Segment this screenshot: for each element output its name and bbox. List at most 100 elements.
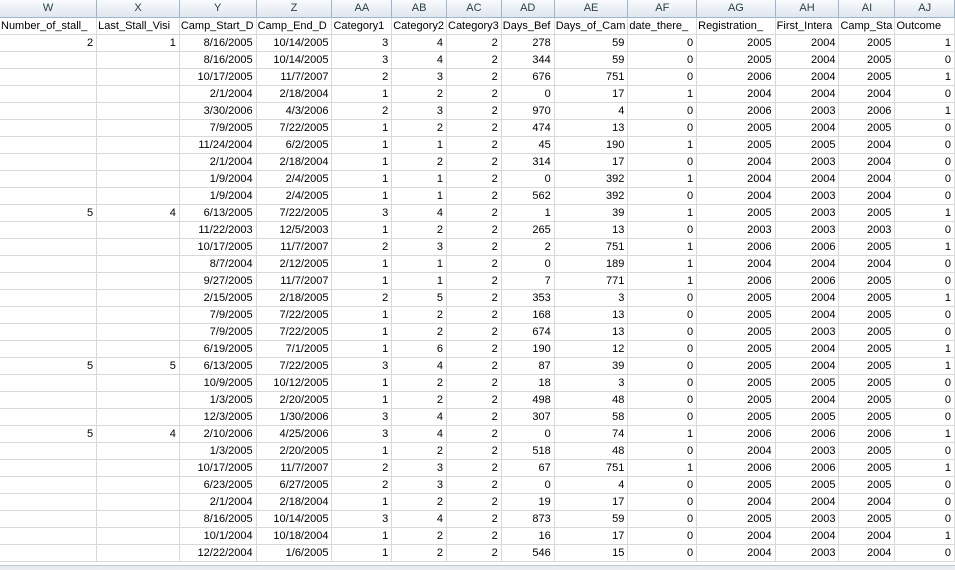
data-cell[interactable]: 3: [554, 374, 629, 392]
data-cell[interactable]: 0: [894, 374, 955, 392]
data-cell[interactable]: 10/17/2005: [179, 68, 257, 86]
data-cell[interactable]: 2003: [775, 442, 840, 460]
data-cell[interactable]: 2: [391, 153, 447, 171]
data-cell[interactable]: 12: [554, 340, 629, 358]
column-header-af[interactable]: AF: [627, 0, 698, 18]
data-cell[interactable]: 0: [894, 391, 955, 409]
data-cell[interactable]: 2005: [696, 391, 776, 409]
data-cell[interactable]: 3: [331, 425, 393, 443]
data-cell[interactable]: 0: [501, 170, 555, 188]
data-cell[interactable]: 265: [501, 221, 555, 239]
data-cell[interactable]: 2005: [775, 136, 840, 154]
data-cell[interactable]: 3: [391, 238, 447, 256]
data-cell[interactable]: 2: [446, 493, 502, 511]
data-cell[interactable]: 2/20/2005: [256, 391, 333, 409]
data-cell[interactable]: 2/4/2005: [256, 170, 333, 188]
data-cell[interactable]: 10/12/2005: [256, 374, 333, 392]
data-cell[interactable]: 2005: [838, 340, 896, 358]
data-cell[interactable]: 392: [554, 170, 629, 188]
data-cell[interactable]: 7/22/2005: [256, 357, 333, 375]
data-cell[interactable]: 2005: [775, 408, 840, 426]
data-cell[interactable]: 9/27/2005: [179, 272, 257, 290]
data-cell[interactable]: 1: [331, 306, 393, 324]
data-cell[interactable]: 1: [331, 442, 393, 460]
column-header-ab[interactable]: AB: [391, 0, 447, 18]
data-cell[interactable]: [96, 272, 180, 290]
data-cell[interactable]: 12/22/2004: [179, 544, 257, 562]
data-cell[interactable]: 0: [894, 170, 955, 188]
data-cell[interactable]: 2004: [775, 170, 840, 188]
data-cell[interactable]: 1: [331, 85, 393, 103]
data-cell[interactable]: 10/17/2005: [179, 238, 257, 256]
data-cell[interactable]: 10/14/2005: [256, 34, 333, 52]
data-cell[interactable]: 2: [331, 238, 393, 256]
field-name-cell[interactable]: Camp_Sta: [838, 17, 896, 35]
data-cell[interactable]: 1: [894, 357, 955, 375]
data-cell[interactable]: 2003: [775, 323, 840, 341]
data-cell[interactable]: [96, 85, 180, 103]
data-cell[interactable]: 2: [446, 153, 502, 171]
data-cell[interactable]: 2/18/2004: [256, 153, 333, 171]
data-cell[interactable]: 1: [331, 527, 393, 545]
data-cell[interactable]: 1/9/2004: [179, 170, 257, 188]
data-cell[interactable]: [0, 544, 98, 562]
data-cell[interactable]: 4: [554, 102, 629, 120]
data-cell[interactable]: 2: [446, 68, 502, 86]
data-cell[interactable]: 2005: [696, 374, 776, 392]
data-cell[interactable]: 2004: [775, 68, 840, 86]
data-cell[interactable]: 4: [391, 408, 447, 426]
data-cell[interactable]: 2005: [696, 34, 776, 52]
data-cell[interactable]: 2005: [838, 476, 896, 494]
data-cell[interactable]: 2004: [775, 306, 840, 324]
data-cell[interactable]: 1/9/2004: [179, 187, 257, 205]
data-cell[interactable]: 2005: [838, 204, 896, 222]
data-cell[interactable]: 0: [627, 289, 698, 307]
data-cell[interactable]: 1: [331, 153, 393, 171]
data-cell[interactable]: 751: [554, 238, 629, 256]
data-cell[interactable]: 2/20/2005: [256, 442, 333, 460]
data-cell[interactable]: 5: [391, 289, 447, 307]
data-cell[interactable]: 1: [627, 255, 698, 273]
data-cell[interactable]: 0: [894, 221, 955, 239]
data-cell[interactable]: [0, 85, 98, 103]
data-cell[interactable]: 4: [391, 510, 447, 528]
data-cell[interactable]: 1: [331, 323, 393, 341]
data-cell[interactable]: 3: [391, 476, 447, 494]
data-cell[interactable]: 1: [894, 459, 955, 477]
data-cell[interactable]: 0: [501, 255, 555, 273]
data-cell[interactable]: 676: [501, 68, 555, 86]
data-cell[interactable]: [96, 68, 180, 86]
data-cell[interactable]: 48: [554, 391, 629, 409]
data-cell[interactable]: 2: [331, 476, 393, 494]
data-cell[interactable]: 2/1/2004: [179, 85, 257, 103]
data-cell[interactable]: [0, 442, 98, 460]
column-header-ae[interactable]: AE: [554, 0, 629, 18]
data-cell[interactable]: 2006: [696, 238, 776, 256]
field-name-cell[interactable]: Category2: [391, 17, 447, 35]
data-cell[interactable]: 2004: [696, 85, 776, 103]
data-cell[interactable]: 2005: [838, 323, 896, 341]
data-cell[interactable]: 6/27/2005: [256, 476, 333, 494]
data-cell[interactable]: 2004: [838, 544, 896, 562]
data-cell[interactable]: 2: [446, 255, 502, 273]
data-cell[interactable]: 4/3/2006: [256, 102, 333, 120]
data-cell[interactable]: [96, 102, 180, 120]
column-header-ac[interactable]: AC: [446, 0, 502, 18]
data-cell[interactable]: 2/4/2005: [256, 187, 333, 205]
data-cell[interactable]: 562: [501, 187, 555, 205]
data-cell[interactable]: 1: [331, 493, 393, 511]
data-cell[interactable]: 2005: [696, 204, 776, 222]
data-cell[interactable]: 2004: [775, 391, 840, 409]
data-cell[interactable]: 1: [627, 136, 698, 154]
data-cell[interactable]: 2: [391, 544, 447, 562]
data-cell[interactable]: 2: [391, 442, 447, 460]
field-name-cell[interactable]: First_Intera: [775, 17, 840, 35]
data-cell[interactable]: 12/3/2005: [179, 408, 257, 426]
data-cell[interactable]: [96, 510, 180, 528]
data-cell[interactable]: 1: [627, 238, 698, 256]
data-cell[interactable]: 1: [501, 204, 555, 222]
data-cell[interactable]: 5: [0, 357, 98, 375]
data-cell[interactable]: [96, 374, 180, 392]
data-cell[interactable]: 190: [554, 136, 629, 154]
data-cell[interactable]: 8/16/2005: [179, 510, 257, 528]
